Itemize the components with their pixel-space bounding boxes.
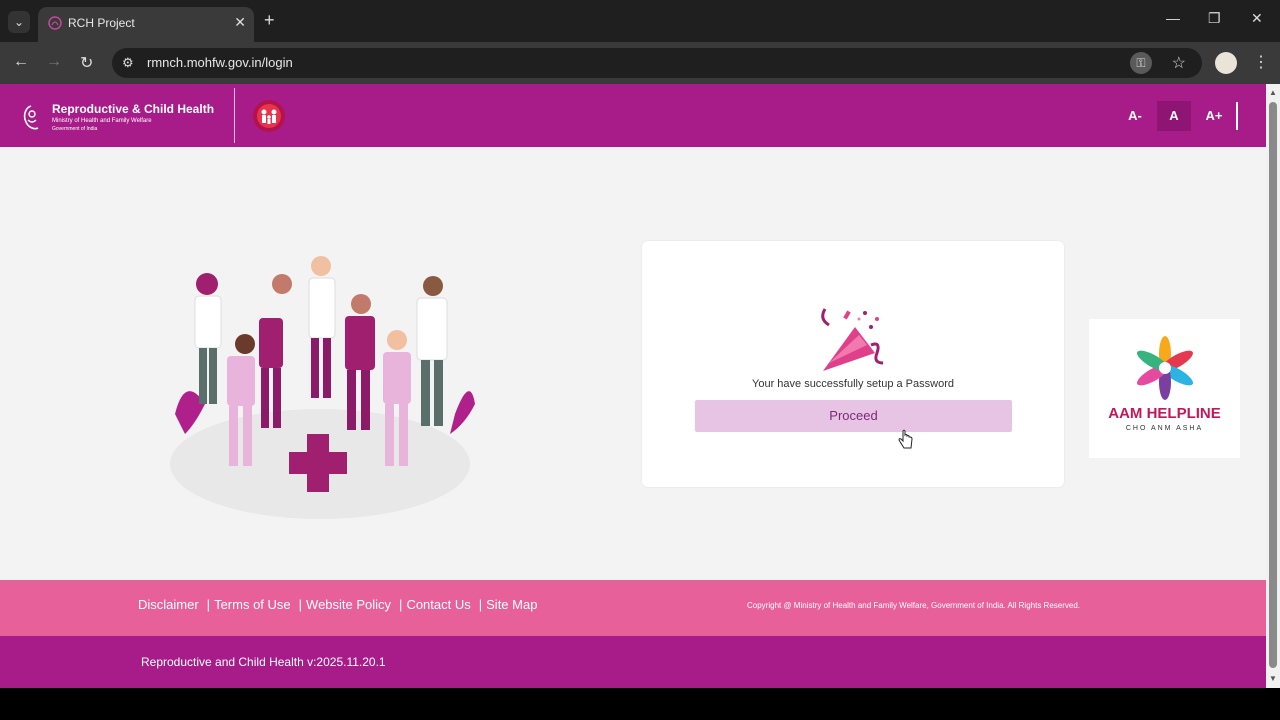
footer-link-disclaimer[interactable]: Disclaimer <box>138 597 199 612</box>
restore-icon[interactable]: ❐ <box>1208 10 1221 27</box>
font-increase-button[interactable]: A+ <box>1197 101 1231 131</box>
nhm-logo-icon <box>253 100 285 132</box>
scroll-up-icon[interactable]: ▲ <box>1269 88 1277 97</box>
colorful-hands-icon <box>1137 336 1193 400</box>
success-card: Your have successfully setup a Password … <box>642 241 1064 487</box>
footer-links-bar: Disclaimer | Terms of Use | Website Policy | C… <box>0 580 1266 636</box>
aam-helpline-subtitle: CHO ANM ASHA <box>1125 425 1204 432</box>
url-text[interactable]: rmnch.mohfw.gov.in/login <box>147 55 293 70</box>
aam-helpline-banner[interactable]: AAM HELPLINE CHO ANM ASHA <box>1089 319 1240 458</box>
scroll-thumb[interactable] <box>1269 102 1277 668</box>
success-message: Your have successfully setup a Password <box>752 378 954 390</box>
close-window-icon[interactable]: ✕ <box>1251 10 1263 27</box>
password-key-icon[interactable]: ⚿ <box>1130 52 1152 74</box>
plus-icon[interactable]: + <box>264 10 275 31</box>
rch-logo-icon <box>23 105 39 130</box>
taskbar-area <box>0 688 1280 720</box>
footer-links: Disclaimer | Terms of Use | Website Policy | C… <box>138 597 538 612</box>
brand-subtitle-2: Government of India <box>52 126 98 132</box>
font-decrease-button[interactable]: A- <box>1118 101 1152 131</box>
footer-link-website-policy[interactable]: Website Policy <box>306 597 391 612</box>
brand-title: Reproductive & Child Health <box>52 102 215 116</box>
proceed-button[interactable]: Proceed <box>695 400 1012 432</box>
screen: ⌄ RCH Project ✕ + — ❐ ✕ ← → ↻ ⚙ rmnch.mo… <box>0 0 1280 720</box>
close-icon[interactable]: ✕ <box>234 14 246 31</box>
version-text: Reproductive and Child Health v:2025.11.… <box>141 655 386 669</box>
kebab-menu-icon[interactable]: ⋮ <box>1253 52 1269 72</box>
profile-avatar[interactable] <box>1215 52 1237 74</box>
page-scrollbar[interactable]: ▲ ▼ <box>1266 84 1280 688</box>
font-normal-button[interactable]: A <box>1157 101 1191 131</box>
doctor-figure <box>194 273 222 404</box>
party-popper-icon <box>821 308 884 371</box>
hand-cursor-icon <box>898 429 913 449</box>
browser-toolbar: ← → ↻ ⚙ rmnch.mohfw.gov.in/login ⚿ ☆ <box>0 42 1280 84</box>
back-icon[interactable]: ← <box>13 53 29 71</box>
header-divider <box>234 88 235 143</box>
page-content: Reproductive & Child Health Ministry of … <box>0 84 1266 688</box>
minimize-icon[interactable]: — <box>1166 10 1180 26</box>
forward-icon[interactable]: → <box>46 53 62 71</box>
star-icon[interactable]: ☆ <box>1172 53 1186 73</box>
rch-favicon-icon <box>48 16 62 30</box>
footer-version-bar: Reproductive and Child Health v:2025.11.… <box>0 636 1266 688</box>
site-settings-icon[interactable]: ⚙ <box>122 55 134 71</box>
aam-helpline-title: AAM HELPLINE <box>1108 405 1221 422</box>
footer-link-sitemap[interactable]: Site Map <box>486 597 537 612</box>
browser-tab[interactable]: RCH Project ✕ <box>38 7 254 42</box>
scroll-down-icon[interactable]: ▼ <box>1269 674 1277 683</box>
health-workers-illustration <box>170 256 475 519</box>
browser-tab-bar: ⌄ RCH Project ✕ + — ❐ ✕ <box>0 0 1280 42</box>
address-bar[interactable]: ⚙ rmnch.mohfw.gov.in/login ⚿ ☆ <box>112 48 1202 78</box>
footer-link-contact[interactable]: Contact Us <box>406 597 470 612</box>
brand-subtitle: Ministry of Health and Family Welfare <box>52 118 152 124</box>
reload-icon[interactable]: ↻ <box>80 53 93 73</box>
header-separator <box>1236 102 1238 130</box>
tab-title: RCH Project <box>68 16 135 30</box>
footer-link-terms[interactable]: Terms of Use <box>214 597 291 612</box>
copyright-text: Copyright @ Ministry of Health and Famil… <box>747 601 1080 610</box>
tab-search-icon[interactable]: ⌄ <box>8 11 30 33</box>
site-header: Reproductive & Child Health Ministry of … <box>0 84 1266 147</box>
